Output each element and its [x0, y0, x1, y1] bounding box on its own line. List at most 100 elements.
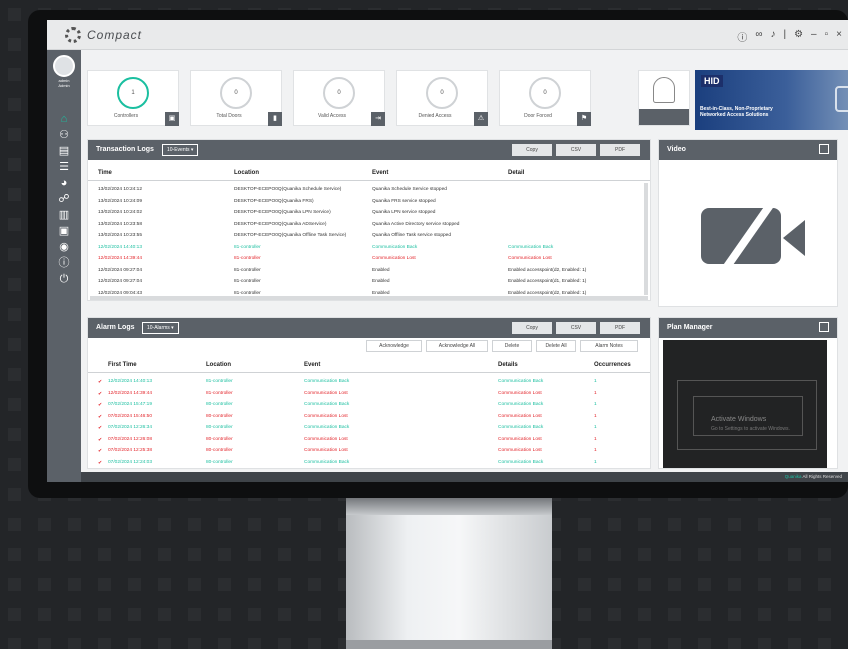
- bg-tile: [8, 98, 21, 111]
- col-occurrences[interactable]: Occurrences: [594, 362, 631, 368]
- bg-tile: [728, 578, 741, 591]
- info-icon[interactable]: ⓘ: [737, 29, 747, 44]
- col-first-time[interactable]: First Time: [108, 362, 137, 368]
- table-row[interactable]: ✔ 07/02/2024 15:47:19 80-controller Communi…: [88, 399, 640, 411]
- lock-icon: [835, 86, 848, 112]
- plan-expand-icon[interactable]: [819, 322, 829, 332]
- bg-tile: [68, 638, 81, 649]
- sidebar-item-eye[interactable]: ◉: [54, 240, 74, 254]
- restore-icon[interactable]: –: [811, 29, 817, 44]
- bg-tile: [728, 638, 741, 649]
- close-icon[interactable]: ▫: [825, 29, 829, 44]
- bg-tile: [8, 68, 21, 81]
- expand-icon[interactable]: [819, 144, 829, 154]
- sidebar-item-network[interactable]: ☍: [54, 192, 74, 206]
- col-location[interactable]: Location: [234, 170, 259, 176]
- col-alarm-location[interactable]: Location: [206, 362, 231, 368]
- check-icon: ✔: [98, 459, 103, 466]
- table-row[interactable]: 13/02/2024 10:23:58 DESKTOP-ECEPO0Q(Quani…: [88, 219, 640, 231]
- card-controllers[interactable]: 1 Controllers ▣: [87, 70, 179, 126]
- cell-occ: 1: [594, 402, 597, 407]
- bg-tile: [218, 638, 231, 649]
- user-role: Admin: [58, 83, 70, 88]
- csv-button[interactable]: CSV: [556, 144, 596, 156]
- link-icon[interactable]: ∞: [755, 29, 762, 44]
- card-denied-access[interactable]: 0 Denied Access ⚠: [396, 70, 488, 126]
- alarms-count-select[interactable]: 10-Alarms ▾: [142, 322, 179, 334]
- plan-manager-panel: Plan Manager Activate Windows Go to Sett…: [658, 317, 838, 469]
- table-row[interactable]: ✔ 07/02/2024 12:25:38 80-controller Communi…: [88, 445, 640, 457]
- table-row[interactable]: 13/02/2024 10:24:09 DESKTOP-ECEPO0Q(Quani…: [88, 196, 640, 208]
- pdf-button[interactable]: PDF: [600, 144, 640, 156]
- transaction-scrollbar-h[interactable]: [90, 296, 648, 300]
- acknowledge-all-button[interactable]: Acknowledge All: [426, 340, 488, 352]
- bg-tile: [728, 518, 741, 531]
- table-row[interactable]: 13/02/2024 10:23:55 DESKTOP-ECEPO0Q(Quani…: [88, 230, 640, 242]
- clipboard-icon: ▤: [58, 145, 70, 157]
- table-row[interactable]: 13/02/2024 10:24:02 DESKTOP-ECEPO0Q(Quani…: [88, 207, 640, 219]
- cell-time: 12/02/2024 14:39:44: [98, 256, 143, 261]
- delete-button[interactable]: Delete: [492, 340, 532, 352]
- sidebar-item-clipboard[interactable]: ▤: [54, 144, 74, 158]
- col-detail[interactable]: Detail: [508, 170, 524, 176]
- footer: Quanika All Rights Reserved: [81, 472, 848, 482]
- col-alarm-details[interactable]: Details: [498, 362, 518, 368]
- table-row[interactable]: ✔ 07/02/2024 15:46:50 80-controller Communi…: [88, 411, 640, 423]
- alarm-csv-button[interactable]: CSV: [556, 322, 596, 334]
- sidebar-item-info[interactable]: ⓘ: [54, 256, 74, 270]
- card-value: 0: [529, 77, 561, 109]
- col-event[interactable]: Event: [372, 170, 388, 176]
- gear-icon[interactable]: |: [783, 29, 786, 44]
- card-door-forced[interactable]: 0 Door Forced ⚑: [499, 70, 591, 126]
- col-time[interactable]: Time: [98, 170, 112, 176]
- sidebar-item-sliders[interactable]: ☰: [54, 160, 74, 174]
- table-row[interactable]: ✔ 12/02/2024 14:39:44 81-controller Communi…: [88, 388, 640, 400]
- sidebar-item-report[interactable]: ▥: [54, 208, 74, 222]
- table-row[interactable]: 12/02/2024 14:39:44 81-controller Communic…: [88, 253, 640, 265]
- bg-tile: [218, 518, 231, 531]
- table-row[interactable]: 13/02/2024 10:24:12 DESKTOP-ECEPO0Q(Quani…: [88, 184, 640, 196]
- card-total-doors[interactable]: 0 Total Doors ▮: [190, 70, 282, 126]
- sliders-icon: ☰: [59, 161, 69, 173]
- sidebar-item-home[interactable]: ⌂: [54, 112, 74, 126]
- delete-all-button[interactable]: Delete All: [536, 340, 576, 352]
- card-label: Total Doors: [216, 113, 242, 119]
- card-valid-access[interactable]: 0 Valid Access ⇥: [293, 70, 385, 126]
- bg-tile: [8, 8, 21, 21]
- separator[interactable]: ×: [836, 29, 842, 44]
- cell-occ: 1: [594, 448, 597, 453]
- floor-plan-view[interactable]: Activate Windows Go to Settings to activ…: [663, 340, 827, 468]
- alarm-pdf-button[interactable]: PDF: [600, 322, 640, 334]
- footer-brand: Quanika: [784, 474, 802, 479]
- cell-time: 13/02/2024 10:23:58: [98, 221, 143, 227]
- acknowledge-button[interactable]: Acknowledge: [366, 340, 422, 352]
- sidebar-item-pie-chart[interactable]: ◕: [54, 176, 74, 190]
- bg-tile: [68, 548, 81, 561]
- table-row[interactable]: ✔ 07/02/2024 12:24:03 80-controller Communi…: [88, 457, 640, 469]
- alarm-copy-button[interactable]: Copy: [512, 322, 552, 334]
- alarm-notes-button[interactable]: Alarm Notes: [580, 340, 638, 352]
- minimize-icon[interactable]: ⚙: [794, 29, 803, 44]
- hid-banner[interactable]: HID Best-in-Class, Non-Proprietary Netwo…: [695, 70, 848, 130]
- events-count-select[interactable]: 10-Events ▾: [162, 144, 199, 156]
- eye-icon: ◉: [59, 241, 69, 253]
- transaction-scrollbar-v[interactable]: [644, 183, 648, 295]
- table-row[interactable]: 12/02/2024 14:40:13 81-controller Communic…: [88, 242, 640, 254]
- cell-time: 12/02/2024 14:40:13: [108, 379, 153, 384]
- col-alarm-event[interactable]: Event: [304, 362, 320, 368]
- bg-tile: [818, 518, 831, 531]
- cell-event: Communication Back: [372, 244, 418, 250]
- table-row[interactable]: 12/02/2024 09:27:04 81-controller Enabled E…: [88, 276, 640, 288]
- avatar[interactable]: [53, 55, 75, 77]
- sidebar-item-people[interactable]: ⚇: [54, 128, 74, 142]
- table-row[interactable]: ✔ 07/02/2024 12:26:34 80-controller Communi…: [88, 422, 640, 434]
- sidebar-item-document[interactable]: ▣: [54, 224, 74, 238]
- bg-tile: [128, 578, 141, 591]
- table-row[interactable]: ✔ 12/02/2024 14:40:13 81-controller Communi…: [88, 376, 640, 388]
- check-icon: ✔: [98, 448, 103, 454]
- copy-button[interactable]: Copy: [512, 144, 552, 156]
- bell-icon[interactable]: ♪: [770, 29, 775, 44]
- table-row[interactable]: ✔ 07/02/2024 12:26:08 80-controller Communi…: [88, 434, 640, 446]
- table-row[interactable]: 12/02/2024 09:27:04 81-controller Enabled E…: [88, 265, 640, 277]
- sidebar-item-power[interactable]: ⏻: [54, 272, 74, 286]
